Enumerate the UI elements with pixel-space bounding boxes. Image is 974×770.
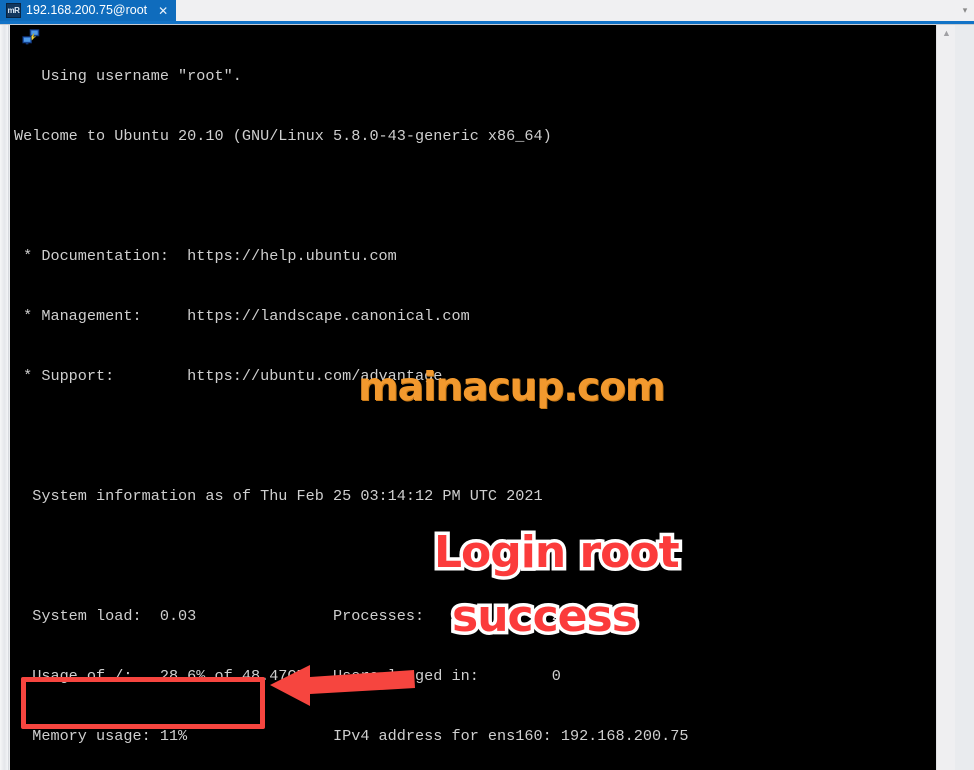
terminal-screen[interactable]: Using username "root". Welcome to Ubuntu…: [10, 25, 955, 770]
tab-label: 192.168.200.75@root: [26, 2, 148, 17]
terminal-line: * Documentation: https://help.ubuntu.com: [14, 247, 397, 265]
terminal-line: System information as of Thu Feb 25 03:1…: [14, 487, 543, 505]
terminal-left-rail: [0, 25, 9, 770]
red-left-arrow-icon: [270, 665, 415, 706]
close-icon[interactable]: ✕: [156, 5, 170, 17]
tab-bar: mR 192.168.200.75@root ✕ ▾: [0, 0, 974, 21]
app-root: mR 192.168.200.75@root ✕ ▾ Using usernam…: [0, 0, 974, 770]
terminal-line: Memory usage: 11% IPv4 address for ens16…: [14, 727, 689, 745]
terminal-line: * Management: https://landscape.canonica…: [14, 307, 470, 325]
highlight-box-prompt: [21, 677, 265, 729]
terminal-scrollbar[interactable]: ▲: [936, 25, 955, 770]
tab-session-192-168-200-75[interactable]: mR 192.168.200.75@root ✕: [0, 0, 177, 21]
terminal-window: Using username "root". Welcome to Ubuntu…: [0, 24, 974, 770]
terminal-line: Using username "root".: [14, 67, 242, 85]
scroll-up-icon[interactable]: ▲: [937, 25, 955, 42]
annotation-success: success: [449, 588, 642, 646]
chevron-down-icon[interactable]: ▾: [956, 0, 974, 21]
tab-bar-empty-area: [176, 0, 956, 21]
terminal-line: Welcome to Ubuntu 20.10 (GNU/Linux 5.8.0…: [14, 127, 552, 145]
mremoteng-icon: mR: [6, 3, 21, 18]
watermark-mainacup: mainacup.com: [358, 365, 666, 410]
scrollbar-track[interactable]: [937, 42, 955, 770]
annotation-login-root: Login root: [431, 524, 684, 582]
